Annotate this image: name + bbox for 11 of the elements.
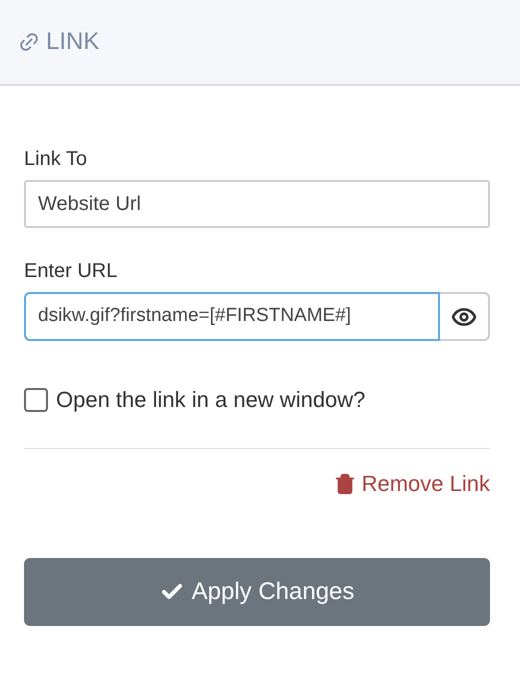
preview-button[interactable]: [440, 292, 490, 341]
checkbox-label: Open the link in a new window?: [56, 386, 366, 414]
remove-link[interactable]: Remove Link: [334, 467, 490, 500]
trash-icon: [334, 472, 356, 494]
field-label: Enter URL: [24, 259, 118, 284]
field-label: Link To: [24, 147, 88, 172]
checkbox[interactable]: [24, 388, 48, 412]
url-field[interactable]: dsikw.gif?firstname=[#FIRSTNAME#]: [24, 292, 440, 341]
panel-title: LINK: [46, 27, 100, 57]
apply-button[interactable]: Apply Changes: [24, 558, 490, 626]
link-type-field[interactable]: Website Url: [24, 180, 490, 228]
